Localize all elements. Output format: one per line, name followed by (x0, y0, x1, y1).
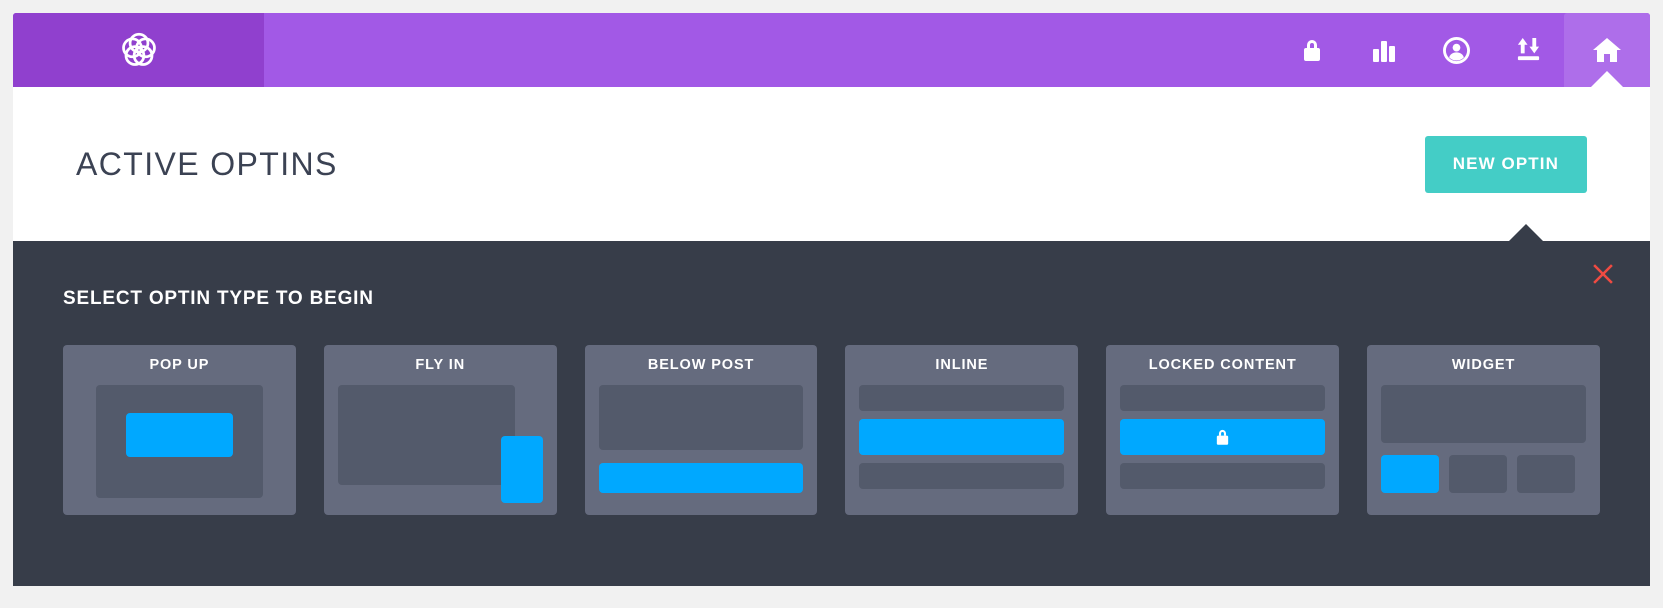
close-panel-button[interactable] (1590, 261, 1616, 287)
optin-card-inline[interactable]: INLINE (845, 345, 1079, 515)
preview-accent-block (500, 435, 543, 503)
nav-item-analytics[interactable] (1348, 13, 1420, 87)
preview-cell (1517, 454, 1576, 493)
preview-accent-block (1120, 418, 1326, 455)
top-nav-items (1276, 13, 1650, 88)
page-title: ACTIVE OPTINS (76, 145, 338, 182)
preview-row-bottom (1120, 462, 1326, 489)
optin-card-label: BELOW POST (647, 357, 755, 373)
user-circle-icon (1442, 36, 1470, 64)
optin-card-label: INLINE (935, 357, 989, 373)
logo-block[interactable] (13, 13, 264, 87)
preview-frame (337, 384, 515, 485)
import-export-icon (1517, 37, 1539, 61)
close-icon (1593, 264, 1613, 284)
inline-preview (859, 384, 1065, 503)
below-post-preview (598, 384, 804, 503)
preview-frame (598, 384, 804, 450)
app-root: ACTIVE OPTINS NEW OPTIN SELECT OPTIN TYP… (0, 0, 1663, 608)
optin-card-label: FLY IN (415, 357, 466, 373)
preview-row-bottom (859, 462, 1065, 489)
top-navigation-bar (13, 13, 1650, 88)
lock-icon (1304, 40, 1320, 61)
page-header: ACTIVE OPTINS NEW OPTIN (13, 87, 1650, 241)
app-logo (121, 32, 156, 66)
pop-up-preview (77, 384, 282, 503)
nav-item-transfer[interactable] (1492, 13, 1564, 87)
nav-item-home[interactable] (1564, 13, 1650, 88)
optin-card-locked-content[interactable]: LOCKED CONTENT (1106, 345, 1340, 515)
optin-card-widget[interactable]: WIDGET (1367, 345, 1600, 515)
optin-type-panel: SELECT OPTIN TYPE TO BEGIN POP UP FLY IN (13, 224, 1650, 586)
preview-row-top (1120, 384, 1326, 411)
optin-card-below-post[interactable]: BELOW POST (584, 345, 818, 515)
preview-accent-block (859, 418, 1065, 455)
preview-widget-row (1381, 454, 1586, 493)
preview-row-top (859, 384, 1065, 411)
preview-accent-block (598, 462, 804, 493)
optin-card-label: POP UP (149, 357, 210, 373)
bar-chart-icon (1373, 41, 1395, 62)
optin-type-cards: POP UP FLY IN BELOW POST INLINE LOCKED C… (63, 345, 1600, 515)
locked-content-preview (1120, 384, 1326, 503)
panel-title: SELECT OPTIN TYPE TO BEGIN (63, 288, 374, 309)
optin-card-label: WIDGET (1451, 357, 1516, 373)
optin-card-pop-up[interactable]: POP UP (63, 345, 296, 515)
optin-card-label: LOCKED CONTENT (1148, 357, 1297, 373)
preview-accent-block (1381, 454, 1440, 493)
nav-item-account[interactable] (1420, 13, 1492, 87)
nav-item-lock[interactable] (1276, 13, 1348, 87)
panel-pointer-arrow (1509, 224, 1543, 241)
new-optin-button[interactable]: NEW OPTIN (1424, 135, 1587, 193)
active-tab-pointer (1590, 70, 1624, 88)
optin-card-fly-in[interactable]: FLY IN (323, 345, 557, 515)
lock-icon (1217, 429, 1229, 445)
preview-frame (1381, 384, 1586, 443)
preview-cell (1449, 454, 1508, 493)
home-icon (1593, 38, 1621, 62)
widget-preview (1381, 384, 1586, 503)
preview-accent-block (126, 412, 233, 457)
fly-in-preview (337, 384, 543, 503)
